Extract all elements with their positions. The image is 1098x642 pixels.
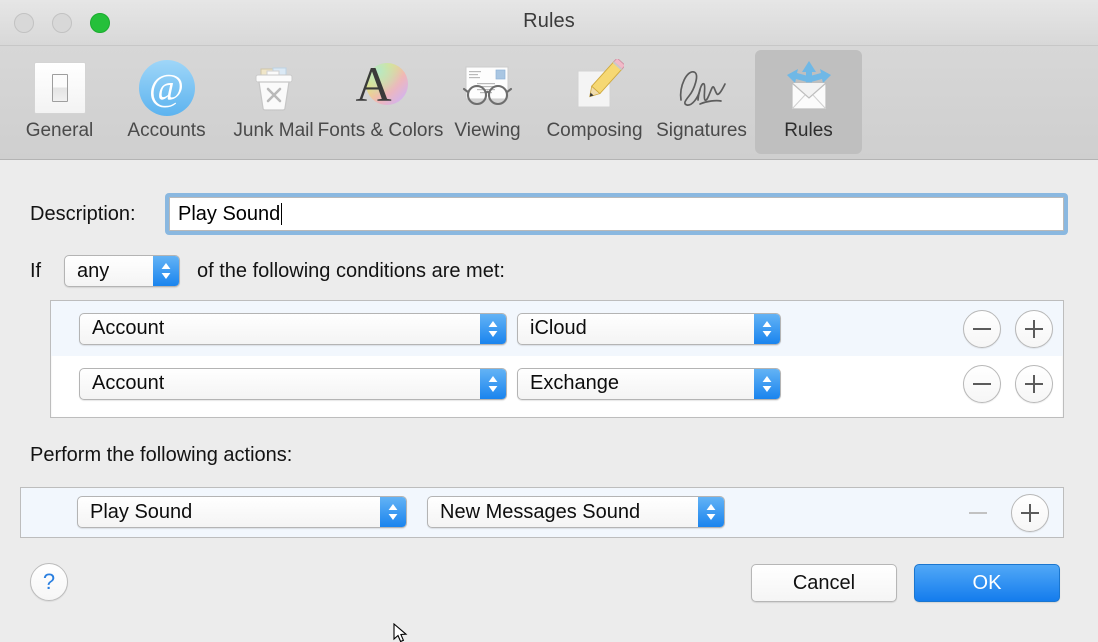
cancel-button[interactable]: Cancel [751, 564, 897, 602]
chevron-up-down-icon [754, 369, 780, 399]
tab-viewing[interactable]: Viewing [434, 50, 541, 154]
help-question-mark-icon: ? [43, 569, 55, 595]
condition-value: Exchange [518, 372, 619, 395]
condition-criterion-value: Account [80, 372, 164, 395]
match-type-popup[interactable]: any [64, 255, 180, 287]
window-title: Rules [0, 10, 1098, 33]
chevron-up-down-icon [480, 314, 506, 344]
condition-row: Account Exchange [51, 356, 1063, 411]
help-button[interactable]: ? [30, 563, 68, 601]
chevron-up-down-icon [153, 256, 179, 286]
tab-general[interactable]: General [6, 50, 113, 154]
tab-label: Signatures [656, 120, 747, 142]
condition-value-popup[interactable]: Exchange [517, 368, 781, 400]
remove-condition-button[interactable] [963, 365, 1001, 403]
description-input[interactable]: Play Sound [169, 197, 1064, 231]
title-bar: Rules [0, 0, 1098, 46]
actions-list: Play Sound New Messages Sound [20, 487, 1064, 538]
chevron-up-down-icon [698, 497, 724, 527]
preferences-toolbar: General @ Accounts [0, 46, 1098, 160]
font-a-color-icon: A [350, 57, 412, 119]
action-row-buttons [959, 494, 1049, 532]
pencil-paper-icon [564, 57, 626, 119]
signature-icon [671, 57, 733, 119]
remove-condition-button[interactable] [963, 310, 1001, 348]
ok-button[interactable]: OK [914, 564, 1060, 602]
action-row: Play Sound New Messages Sound [21, 488, 1063, 537]
tab-accounts[interactable]: @ Accounts [113, 50, 220, 154]
tab-label: Composing [546, 120, 642, 142]
add-condition-button[interactable] [1015, 310, 1053, 348]
tab-signatures[interactable]: Signatures [648, 50, 755, 154]
conditions-sentence: of the following conditions are met: [197, 260, 505, 283]
remove-action-button [959, 494, 997, 532]
chevron-up-down-icon [480, 369, 506, 399]
action-value-popup[interactable]: New Messages Sound [427, 496, 725, 528]
description-label: Description: [30, 203, 136, 226]
condition-row: Account iCloud [51, 301, 1063, 356]
chevron-up-down-icon [754, 314, 780, 344]
chevron-up-down-icon [380, 497, 406, 527]
trash-can-icon [243, 57, 305, 119]
tab-label: Junk Mail [233, 120, 313, 142]
tab-label: General [26, 120, 94, 142]
add-action-button[interactable] [1011, 494, 1049, 532]
tab-label: Fonts & Colors [318, 120, 444, 142]
text-caret [281, 203, 282, 225]
rules-preferences-window: Rules General @ Accounts [0, 0, 1098, 642]
match-type-value: any [65, 260, 109, 283]
tab-rules[interactable]: Rules [755, 50, 862, 154]
actions-label: Perform the following actions: [30, 444, 292, 467]
condition-value-popup[interactable]: iCloud [517, 313, 781, 345]
at-sign-icon: @ [136, 57, 198, 119]
condition-row-buttons [963, 310, 1053, 348]
eyeglasses-mail-icon [457, 57, 519, 119]
description-value: Play Sound [178, 203, 280, 226]
action-value: New Messages Sound [428, 501, 640, 524]
condition-criterion-popup[interactable]: Account [79, 313, 507, 345]
condition-criterion-value: Account [80, 317, 164, 340]
envelope-arrows-icon [778, 57, 840, 119]
conditions-list: Account iCloud [50, 300, 1064, 418]
tab-label: Rules [784, 120, 833, 142]
description-focus-ring: Play Sound [165, 193, 1068, 235]
action-type-popup[interactable]: Play Sound [77, 496, 407, 528]
toolbar-tab-list: General @ Accounts [6, 46, 862, 154]
tab-fonts-and-colors[interactable]: A Fonts & Colors [327, 50, 434, 154]
tab-junk-mail[interactable]: Junk Mail [220, 50, 327, 154]
tab-composing[interactable]: Composing [541, 50, 648, 154]
mouse-cursor [393, 623, 409, 642]
action-type-value: Play Sound [78, 501, 192, 524]
condition-value: iCloud [518, 317, 587, 340]
tab-label: Accounts [127, 120, 205, 142]
add-condition-button[interactable] [1015, 365, 1053, 403]
tab-label: Viewing [454, 120, 520, 142]
condition-row-buttons [963, 365, 1053, 403]
condition-criterion-popup[interactable]: Account [79, 368, 507, 400]
general-switch-icon [29, 57, 91, 119]
if-label: If [30, 260, 41, 283]
